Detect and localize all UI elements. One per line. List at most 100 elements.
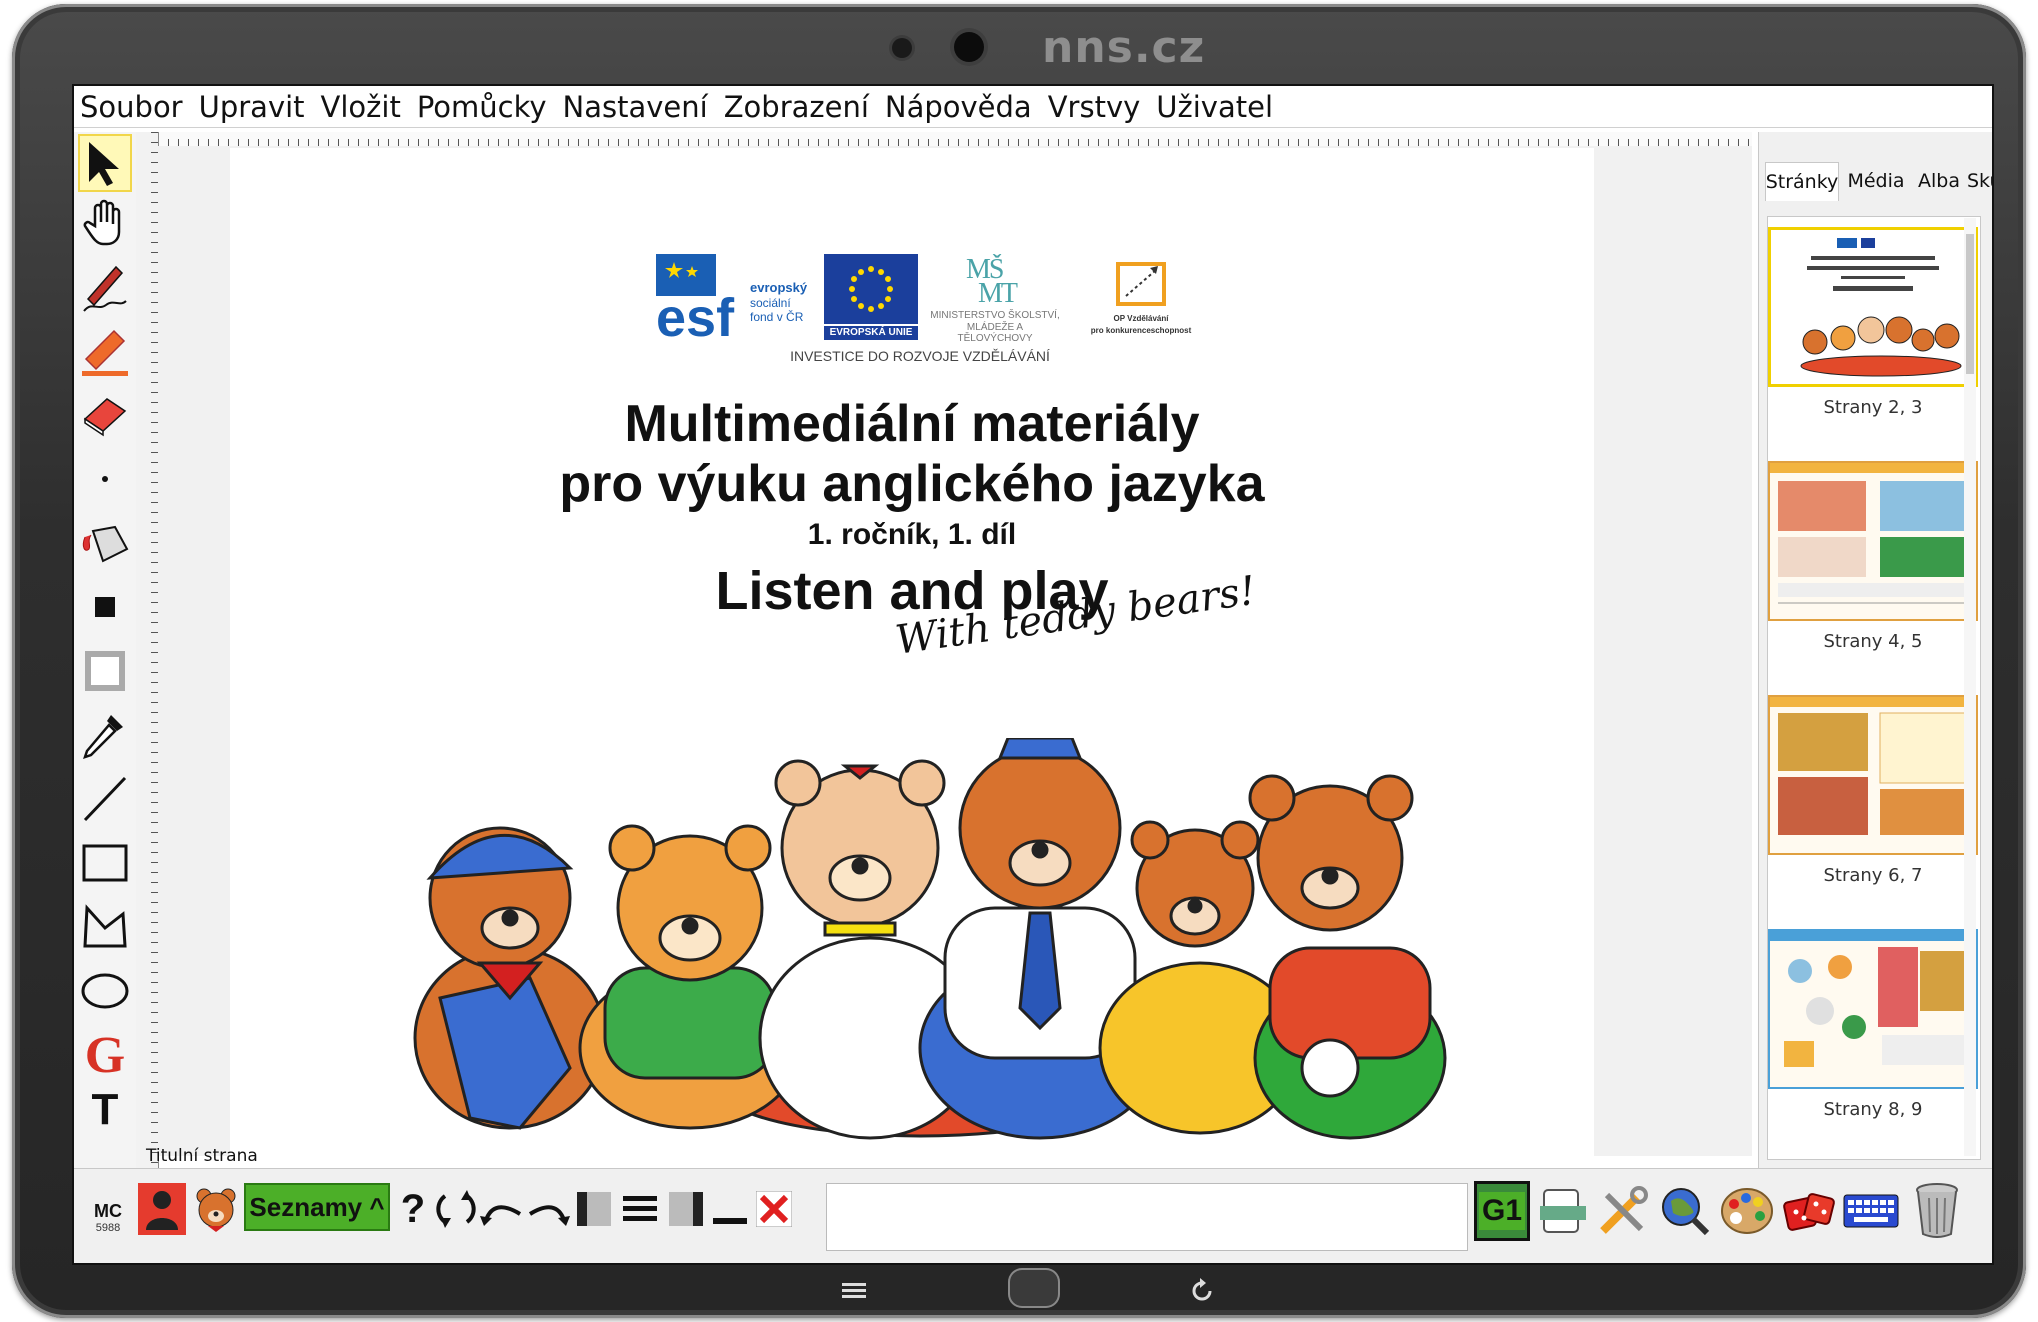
investice-text: INVESTICE DO ROZVOJE VZDĚLÁVÁNÍ [790, 348, 1050, 364]
help-icon[interactable]: ? [396, 1183, 430, 1235]
menu-upravit[interactable]: Upravit [199, 90, 305, 124]
svg-text:MT: MT [978, 278, 1018, 306]
svg-text:esf: esf [656, 288, 735, 340]
g1-label: G1 [1478, 1192, 1526, 1230]
op-logo: OP Vzdělávání pro konkurenceschopnost [1086, 256, 1196, 346]
msmt-logo: MŠ MT MINISTERSTVO ŠKOLSTVÍ, MLÁDEŽE A T… [930, 254, 1060, 344]
page-name-label: Titulní strana [146, 1146, 258, 1166]
minimize-icon[interactable] [710, 1183, 750, 1235]
eu-logo: EVROPSKÁ UNIE [824, 254, 918, 340]
msmt-text-2: MLÁDEŽE A TĚLOVÝCHOVY [957, 322, 1033, 344]
whiteboard-page[interactable]: esf evropský sociální fond v ČR EVROPSKÁ… [230, 148, 1594, 1156]
user-icon[interactable] [138, 1183, 186, 1235]
thumbnail-image [1768, 461, 1978, 621]
grade-subtitle: 1. ročník, 1. díl [807, 518, 1017, 551]
mc-label: MC [94, 1200, 122, 1221]
esf-text-2: sociální [750, 296, 791, 310]
eyedropper-icon[interactable] [78, 706, 132, 764]
line-icon[interactable] [78, 770, 132, 828]
g1-button[interactable]: G1 [1474, 1181, 1530, 1241]
palette-icon[interactable] [1718, 1183, 1776, 1239]
highlighter-icon[interactable] [78, 322, 132, 380]
rectangle-icon[interactable] [78, 834, 132, 892]
thumbnail-image [1768, 227, 1978, 387]
page-title-line-1: Multimediální materiály [624, 395, 1200, 453]
menu-napoveda[interactable]: Nápověda [885, 90, 1032, 124]
recent-apps-icon[interactable] [842, 1282, 868, 1300]
thumbnail-caption: Strany 8, 9 [1823, 1099, 1923, 1120]
thumbnail-caption: Strany 6, 7 [1823, 865, 1923, 886]
lists-button[interactable]: Seznamy ^ [244, 1183, 390, 1231]
thumbnail-item[interactable]: Strany 4, 5 [1768, 461, 1980, 652]
menu-vlozit[interactable]: Vložit [321, 90, 401, 124]
menu-pomucky[interactable]: Pomůcky [417, 90, 547, 124]
hand-icon[interactable] [78, 194, 132, 252]
letter-g-icon[interactable]: G [78, 1026, 132, 1084]
brand-logo: nns.cz [1042, 22, 1206, 73]
esf-text-3: fond v ČR [750, 310, 804, 324]
menu-soubor[interactable]: Soubor [80, 90, 183, 124]
page-title-line-2: pro výuku anglického jazyka [559, 455, 1265, 513]
keyboard-icon[interactable] [1842, 1183, 1900, 1239]
close-icon[interactable] [754, 1183, 794, 1235]
redo-icon[interactable] [526, 1183, 570, 1235]
thumbnail-item[interactable]: Strany 6, 7 [1768, 695, 1980, 886]
tab-alba[interactable]: Alba [1911, 162, 1967, 200]
menu-zobrazeni[interactable]: Zobrazení [724, 90, 869, 124]
filled-square-icon[interactable] [78, 578, 132, 636]
panel-right-icon[interactable] [666, 1183, 706, 1235]
mc-badge[interactable]: MC 5988 [84, 1189, 132, 1245]
teddy-icon[interactable] [192, 1183, 240, 1235]
fill-bucket-icon[interactable] [78, 514, 132, 572]
ruler-horizontal [158, 132, 1752, 147]
op-text-2: pro konkurenceschopnost [1090, 326, 1192, 335]
command-input[interactable] [826, 1183, 1468, 1251]
menu-bar: Soubor Upravit Vložit Pomůcky Nastavení … [74, 86, 1992, 128]
undo-icon[interactable] [480, 1183, 524, 1235]
sensor-icon [892, 38, 912, 58]
keyboard-tablet-icon[interactable] [1536, 1183, 1590, 1239]
dot-icon[interactable] [78, 450, 132, 508]
op-text-1: OP Vzdělávání [1113, 314, 1169, 323]
menu-uzivatel[interactable]: Uživatel [1156, 90, 1273, 124]
polygon-icon[interactable] [78, 898, 132, 956]
tab-media[interactable]: Média [1841, 162, 1911, 200]
tools-icon[interactable] [1594, 1183, 1652, 1239]
ellipse-icon[interactable] [78, 962, 132, 1020]
text-icon[interactable]: T [78, 1090, 132, 1130]
camera-icon [954, 32, 984, 62]
thumbnail-caption: Strany 2, 3 [1823, 397, 1923, 418]
app-screen: Soubor Upravit Vložit Pomůcky Nastavení … [72, 84, 1994, 1265]
dice-icon[interactable] [1780, 1183, 1838, 1239]
esf-logo: esf evropský sociální fond v ČR [656, 254, 816, 344]
select-arrow-icon[interactable] [78, 134, 132, 192]
scrollbar-thumb[interactable] [1966, 234, 1974, 374]
thumbnail-image [1768, 695, 1978, 855]
book-title: Listen and play [715, 561, 1109, 621]
panel-left-icon[interactable] [574, 1183, 614, 1235]
outline-square-icon[interactable] [78, 642, 132, 700]
menu-nastaveni[interactable]: Nastavení [563, 90, 708, 124]
tab-stranky[interactable]: Stránky [1765, 162, 1839, 201]
menu-vrstvy[interactable]: Vrstvy [1048, 90, 1141, 124]
pen-icon[interactable] [78, 258, 132, 316]
tab-skupiny[interactable]: Skupiny [1967, 162, 1992, 200]
trash-icon[interactable] [1908, 1179, 1966, 1241]
thumbnail-item[interactable]: Strany 2, 3 [1768, 227, 1980, 418]
msmt-text-1: MINISTERSTVO ŠKOLSTVÍ, [930, 310, 1060, 321]
bottom-toolbar: MC 5988 Seznamy ^ ? G1 [74, 1168, 1992, 1263]
back-icon[interactable] [1190, 1278, 1216, 1304]
eraser-icon[interactable] [78, 386, 132, 444]
thumbnails-scrollbar[interactable] [1964, 218, 1976, 1156]
teddy-bears-illustration [413, 738, 1447, 1140]
refresh-icon[interactable] [434, 1183, 478, 1235]
thumbnail-item[interactable]: Strany 8, 9 [1768, 929, 1980, 1120]
menu-lines-icon[interactable] [620, 1183, 660, 1235]
toolbox: G T [74, 132, 137, 1168]
esf-text-1: evropský [750, 280, 808, 295]
home-button[interactable] [1008, 1268, 1060, 1308]
thumbnail-image [1768, 929, 1978, 1089]
globe-search-icon[interactable] [1656, 1183, 1714, 1239]
thumbnail-caption: Strany 4, 5 [1823, 631, 1923, 652]
eu-label: EVROPSKÁ UNIE [824, 326, 918, 340]
